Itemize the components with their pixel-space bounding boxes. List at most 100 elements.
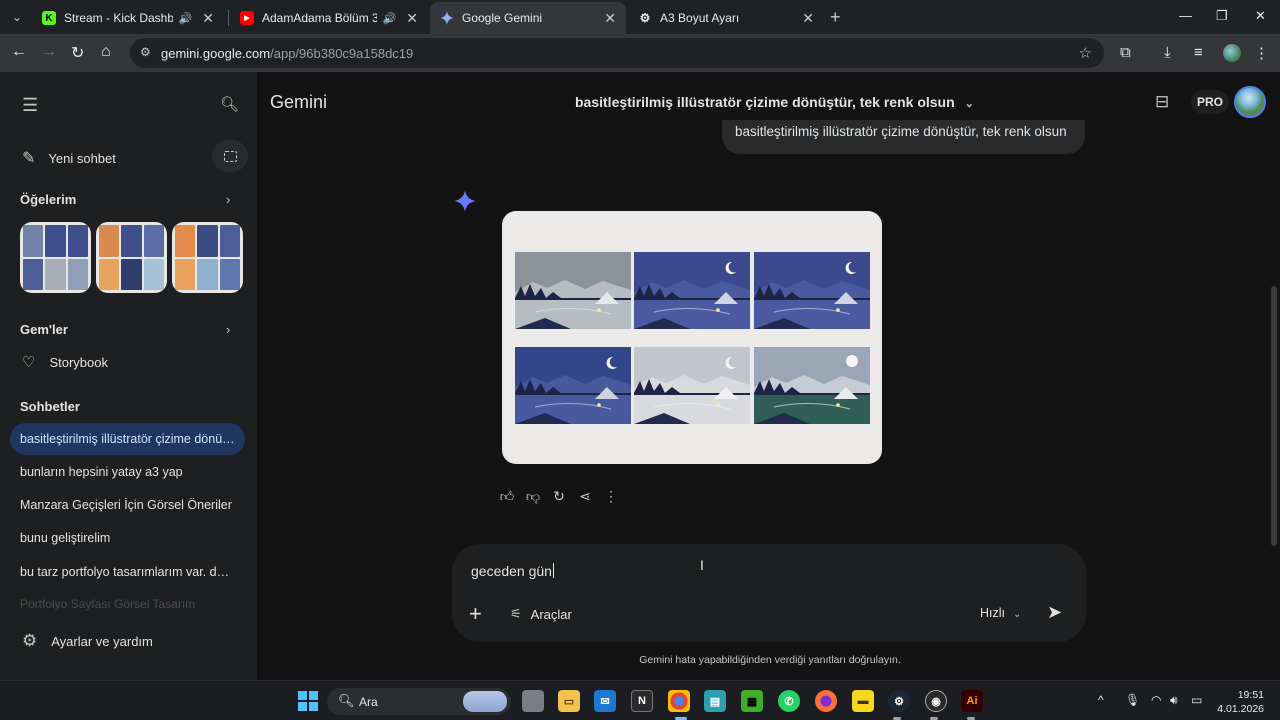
text-cursor-icon: I bbox=[700, 557, 704, 573]
youtube-icon: ▶ bbox=[240, 11, 254, 25]
gemini-sidebar: ☰ 🔍︎ ✎ Yeni sohbet Öğelerim › Gem'ler › … bbox=[0, 72, 257, 680]
conversation-title[interactable]: basitleştirilmiş illüstratör çizime dönü… bbox=[575, 94, 974, 110]
media-controls-icon[interactable]: ≡ bbox=[1194, 44, 1203, 61]
microphone-icon[interactable]: 🎙︎ bbox=[1125, 693, 1140, 707]
speaker-icon[interactable]: 🔊 bbox=[179, 12, 193, 25]
gear-icon: ⚙ bbox=[22, 631, 38, 650]
chat-item[interactable]: bu tarz portfolyo tasarımlarım var. daha… bbox=[10, 556, 245, 588]
task-view-icon[interactable] bbox=[522, 690, 544, 712]
tray-overflow-icon[interactable]: ^ bbox=[1098, 693, 1104, 707]
temporary-chat-button[interactable] bbox=[212, 140, 248, 172]
thumbs-down-icon[interactable]: 👎︎ bbox=[520, 488, 546, 505]
taskbar-search[interactable]: 🔍︎ Ara bbox=[327, 688, 511, 715]
gems-heading[interactable]: Gem'ler bbox=[20, 322, 68, 337]
item-thumbnail[interactable] bbox=[172, 222, 243, 293]
minecraft-icon[interactable]: ▦ bbox=[741, 690, 763, 712]
sticky-notes-icon[interactable]: ▬ bbox=[852, 690, 874, 712]
heart-plus-icon: ♡ bbox=[22, 354, 36, 371]
landscape-panel bbox=[515, 347, 631, 424]
system-clock[interactable]: 19:51 4.01.2026 bbox=[1216, 688, 1264, 716]
thumbs-up-icon[interactable]: 👍︎ bbox=[494, 488, 520, 505]
settings-and-help-button[interactable]: ⚙ Ayarlar ve yardım bbox=[22, 631, 153, 651]
chats-heading: Sohbetler bbox=[20, 399, 80, 414]
tab-search-icon[interactable]: ⌄ bbox=[6, 6, 28, 28]
chat-item[interactable]: Manzara Geçişleri İçin Görsel Öneriler bbox=[10, 489, 245, 521]
speaker-icon[interactable]: 🔊 bbox=[383, 12, 397, 25]
item-thumbnail[interactable] bbox=[20, 222, 91, 293]
restore-icon[interactable]: ❐ bbox=[1216, 8, 1228, 24]
model-mode-selector[interactable]: Hızlı ⌄ bbox=[980, 606, 1021, 620]
home-icon[interactable]: ⌂ bbox=[101, 43, 111, 61]
forward-icon[interactable]: → bbox=[41, 43, 57, 61]
firefox-icon[interactable] bbox=[815, 690, 837, 712]
search-icon[interactable]: 🔍︎ bbox=[220, 95, 239, 113]
calculator-icon[interactable]: ▤ bbox=[704, 690, 726, 712]
tools-button[interactable]: ⚟ Araçlar bbox=[510, 606, 572, 622]
temporary-chat-icon bbox=[223, 150, 237, 162]
prompt-composer[interactable]: geceden gün + ⚟ Araçlar Hızlı ⌄ ➤ bbox=[452, 544, 1086, 642]
add-attachment-button[interactable]: + bbox=[469, 601, 482, 627]
steam-icon[interactable]: ⚙ bbox=[888, 690, 910, 712]
prompt-input[interactable]: geceden gün bbox=[471, 563, 554, 579]
chat-item[interactable]: bunu geliştirelim bbox=[10, 522, 245, 554]
extensions-icon[interactable]: ⧉ bbox=[1120, 44, 1131, 61]
back-icon[interactable]: ← bbox=[11, 43, 27, 61]
chat-main: Gemini basitleştirilmiş illüstratör çizi… bbox=[257, 72, 1280, 680]
my-items-heading[interactable]: Öğelerim bbox=[20, 192, 76, 207]
chat-item[interactable]: bunların hepsini yatay a3 yap bbox=[10, 456, 245, 488]
chevron-right-icon[interactable]: › bbox=[226, 322, 230, 337]
tab-gemini[interactable]: Google Gemini ✕ bbox=[430, 2, 626, 34]
site-info-icon[interactable]: ⚙ bbox=[140, 45, 151, 59]
item-thumbnail[interactable] bbox=[96, 222, 167, 293]
close-tab-icon[interactable]: ✕ bbox=[202, 10, 214, 27]
tab-kick[interactable]: K Stream - Kick Dashboard 🔊 ✕ bbox=[32, 2, 224, 34]
tab-chatgpt[interactable]: ⚙ A3 Boyut Ayarı ✕ bbox=[628, 2, 824, 34]
bookmark-star-icon[interactable]: ☆ bbox=[1079, 44, 1092, 62]
url-text[interactable]: gemini.google.com/app/96b380c9a158dc19 bbox=[161, 46, 413, 61]
gemini-sparkle-icon bbox=[454, 190, 476, 212]
close-window-icon[interactable]: ✕ bbox=[1255, 8, 1266, 24]
minimize-icon[interactable]: — bbox=[1179, 8, 1192, 23]
browser-menu-icon[interactable]: ⋮ bbox=[1254, 44, 1269, 62]
notion-icon[interactable]: N bbox=[631, 690, 653, 712]
new-chat-button[interactable]: ✎ Yeni sohbet bbox=[22, 148, 116, 168]
chat-item-active[interactable]: basitleştirilmiş illüstratör çizime dönü… bbox=[10, 423, 245, 455]
chevron-right-icon[interactable]: › bbox=[226, 192, 230, 207]
send-icon[interactable]: ➤ bbox=[1047, 602, 1062, 623]
file-explorer-icon[interactable]: ▭ bbox=[558, 690, 580, 712]
new-tab-button[interactable]: + bbox=[830, 7, 841, 28]
mail-icon[interactable]: ✉ bbox=[594, 690, 616, 712]
reload-icon[interactable]: ↻ bbox=[71, 43, 84, 63]
volume-icon[interactable]: 🔊︎ bbox=[1170, 693, 1178, 708]
windows-start-icon[interactable] bbox=[297, 690, 319, 712]
account-avatar[interactable] bbox=[1234, 86, 1266, 118]
address-bar[interactable]: ⚙ gemini.google.com/app/96b380c9a158dc19… bbox=[130, 38, 1104, 68]
chat-item-faded[interactable]: Portfolyo Sayfası Görsel Tasarım bbox=[20, 597, 195, 611]
landscape-panel bbox=[754, 347, 870, 424]
browser-toolbar: ← → ↻ ⌂ ⚙ gemini.google.com/app/96b380c9… bbox=[0, 34, 1280, 72]
share-icon[interactable]: ⋖ bbox=[572, 488, 598, 505]
browser-profile-avatar[interactable] bbox=[1223, 44, 1241, 62]
downloads-icon[interactable]: ⤓ bbox=[1164, 44, 1171, 61]
more-options-icon[interactable]: ⋮ bbox=[598, 488, 624, 505]
illustrator-icon[interactable]: Ai bbox=[961, 690, 983, 712]
chrome-icon[interactable] bbox=[668, 690, 690, 712]
share-conversation-icon[interactable]: ⊟ bbox=[1155, 92, 1169, 112]
battery-icon[interactable]: ▭ bbox=[1191, 693, 1202, 707]
gemini-icon bbox=[440, 11, 454, 25]
wifi-icon[interactable]: ◠ bbox=[1151, 693, 1161, 707]
obs-icon[interactable]: ◉ bbox=[925, 690, 947, 712]
regenerate-icon[interactable]: ↻ bbox=[546, 488, 572, 505]
close-tab-icon[interactable]: ✕ bbox=[604, 10, 616, 27]
tab-youtube[interactable]: ▶ AdamAdama Bölüm 3 Cici Bebe... 🔊 ✕ bbox=[230, 2, 428, 34]
user-message: basitleştirilmiş illüstratör çizime dönü… bbox=[722, 120, 1085, 154]
gemini-brand[interactable]: Gemini bbox=[270, 92, 327, 113]
whatsapp-icon[interactable]: ✆ bbox=[778, 690, 800, 712]
close-tab-icon[interactable]: ✕ bbox=[406, 10, 418, 27]
close-tab-icon[interactable]: ✕ bbox=[802, 10, 814, 27]
hamburger-menu-icon[interactable]: ☰ bbox=[22, 95, 38, 116]
scrollbar[interactable] bbox=[1271, 286, 1277, 546]
generated-image[interactable] bbox=[502, 211, 882, 464]
storybook-gem[interactable]: ♡ Storybook bbox=[22, 353, 108, 371]
pro-badge: PRO bbox=[1191, 90, 1229, 114]
